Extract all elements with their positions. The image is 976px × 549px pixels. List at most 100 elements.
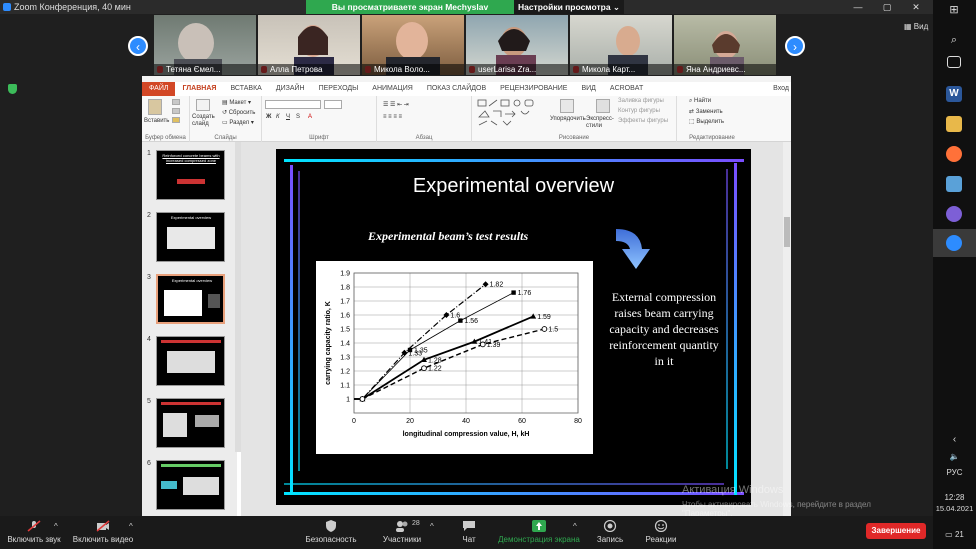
participant-tile[interactable]: Яна Андриевс... xyxy=(674,15,776,75)
slide-thumbnail[interactable]: Reinforced concrete beams with increased… xyxy=(156,150,225,200)
participant-tile[interactable]: Микола Воло... xyxy=(362,15,464,75)
select-button[interactable]: ⬚ Выделить xyxy=(689,118,724,125)
font-color-icon[interactable]: A xyxy=(308,114,312,120)
replace-button[interactable]: ⇄ Заменить xyxy=(689,108,723,115)
bold-icon[interactable]: Ж xyxy=(266,114,271,120)
tab-insert[interactable]: ВСТАВКА xyxy=(223,82,268,96)
tab-design[interactable]: ДИЗАЙН xyxy=(269,82,312,96)
viber-icon[interactable] xyxy=(946,206,962,222)
security-button[interactable]: Безопасность xyxy=(305,518,357,548)
bullets-icon[interactable]: ☰ ☰ ⇤ ⇥ xyxy=(383,101,409,108)
task-view-icon[interactable] xyxy=(947,56,961,68)
data-label: 1.59 xyxy=(537,314,551,321)
clock-date[interactable]: 15.04.2021 xyxy=(933,504,976,513)
chevron-up-icon[interactable]: ‹ xyxy=(933,434,976,445)
quick-styles-icon[interactable] xyxy=(596,99,610,113)
tab-animation[interactable]: АНИМАЦИЯ xyxy=(365,82,420,96)
participant-tile[interactable]: userLarisa Zra... xyxy=(466,15,568,75)
slide-thumbnail[interactable] xyxy=(156,336,225,386)
shapes-gallery[interactable] xyxy=(477,99,545,127)
tab-slideshow[interactable]: ПОКАЗ СЛАЙДОВ xyxy=(420,82,493,96)
reset-button[interactable]: ↺ Сбросить xyxy=(222,109,255,116)
audio-options-chevron-icon[interactable]: ^ xyxy=(54,522,58,531)
slide-thumbnail[interactable] xyxy=(156,398,225,448)
create-slide-button[interactable]: Создать слайд xyxy=(192,114,218,128)
underline-icon[interactable]: Ч xyxy=(286,114,290,120)
chat-button[interactable]: Чат xyxy=(455,518,483,548)
shape-fill-button[interactable]: Заливка фигуры xyxy=(618,98,664,104)
minimize-icon[interactable]: — xyxy=(843,0,873,14)
tab-file[interactable]: ФАЙЛ xyxy=(142,82,176,96)
participants-chevron-icon[interactable]: ^ xyxy=(430,522,434,531)
tab-home[interactable]: ГЛАВНАЯ xyxy=(175,82,223,96)
participant-tile[interactable]: Алла Петрова xyxy=(258,15,360,75)
video-off-icon xyxy=(96,520,110,532)
scrollbar-thumb[interactable] xyxy=(784,217,790,247)
gallery-prev-icon[interactable]: ‹ xyxy=(128,36,148,56)
paste-button[interactable]: Вставить xyxy=(144,118,169,124)
reactions-button[interactable]: Реакции xyxy=(642,518,680,548)
font-name-select[interactable] xyxy=(265,100,321,109)
close-icon[interactable]: ✕ xyxy=(901,0,931,14)
quick-styles-button[interactable]: Экспресс-стили xyxy=(586,116,616,130)
copy-icon[interactable] xyxy=(172,108,180,114)
share-screen-button[interactable]: Демонстрация экрана xyxy=(497,518,581,548)
find-button[interactable]: ⌕ Найти xyxy=(689,98,711,105)
maximize-icon[interactable]: ▢ xyxy=(872,0,902,14)
tab-transitions[interactable]: ПЕРЕХОДЫ xyxy=(312,82,366,96)
new-slide-icon[interactable] xyxy=(196,99,210,111)
windows-start-icon[interactable]: ⊞ xyxy=(946,2,962,18)
tab-review[interactable]: РЕЦЕНЗИРОВАНИЕ xyxy=(493,82,574,96)
participant-tile[interactable]: Микола Карт... xyxy=(570,15,672,75)
document-icon[interactable] xyxy=(946,176,962,192)
end-meeting-button[interactable]: Завершение xyxy=(866,523,926,539)
thumb-number: 5 xyxy=(147,398,151,405)
record-button[interactable]: Запись xyxy=(594,518,626,548)
meeting-toolbar: Включить звук ^ Включить видео ^ Безопас… xyxy=(0,516,933,549)
gallery-next-icon[interactable]: › xyxy=(785,36,805,56)
x-tick-label: 80 xyxy=(574,418,582,425)
clock-time[interactable]: 12:28 xyxy=(933,493,976,502)
word-icon[interactable]: W xyxy=(946,86,962,102)
strikethrough-icon[interactable]: S xyxy=(296,114,300,120)
arrange-button[interactable]: Упорядочить xyxy=(550,116,586,122)
arrange-icon[interactable] xyxy=(560,99,574,113)
data-point xyxy=(479,341,486,348)
tab-acrobat[interactable]: ACROBAT xyxy=(603,82,650,96)
firefox-icon[interactable] xyxy=(946,146,962,162)
slide-thumbnail[interactable]: Experimental overview xyxy=(156,212,225,262)
editor-scrollbar[interactable] xyxy=(783,142,791,516)
start-video-button[interactable]: Включить видео xyxy=(72,518,134,548)
slide-thumbnail[interactable] xyxy=(156,460,225,510)
font-size-select[interactable] xyxy=(324,100,342,109)
layout-button[interactable]: ▤ Макет ▾ xyxy=(222,99,251,106)
file-explorer-icon[interactable] xyxy=(946,116,962,132)
slide-thumbnail-selected[interactable]: Experimental overview xyxy=(156,274,225,324)
login-link[interactable]: Вход xyxy=(773,82,789,96)
language-indicator[interactable]: РУС xyxy=(933,468,976,477)
format-painter-icon[interactable] xyxy=(172,117,180,123)
paste-icon[interactable] xyxy=(148,99,162,115)
speaker-icon[interactable]: 🔈 xyxy=(933,452,976,461)
slides-group: Создать слайд ▤ Макет ▾ ↺ Сбросить ▭ Раз… xyxy=(190,96,262,142)
participant-name: Алла Петрова xyxy=(258,64,360,75)
view-settings-button[interactable]: Настройки просмотра ⌄ xyxy=(514,0,624,14)
search-icon[interactable]: ⌕ xyxy=(946,32,962,48)
chart-container: 1 1.1 1.2 1.3 1.4 1.5 1.6 1.7 1.8 1.9 0 20 40 60 80 lon… xyxy=(316,261,593,454)
share-chevron-icon[interactable]: ^ xyxy=(573,522,577,531)
participant-tile[interactable]: Тетяна Ємел... xyxy=(154,15,256,75)
tab-view[interactable]: ВИД xyxy=(574,82,602,96)
align-icon[interactable]: ≡ ≡ ≡ ≡ xyxy=(383,114,402,120)
cut-icon[interactable] xyxy=(172,99,180,105)
y-tick-label: 1.3 xyxy=(340,355,350,362)
zoom-taskbar-icon[interactable] xyxy=(946,235,962,251)
current-slide[interactable]: Experimental overview Experimental beam’… xyxy=(276,149,751,505)
notifications-icon[interactable]: ▭ 21 xyxy=(933,530,976,539)
video-options-chevron-icon[interactable]: ^ xyxy=(129,522,133,531)
italic-icon[interactable]: К xyxy=(276,114,280,120)
shape-effects-button[interactable]: Эффекты фигуры xyxy=(618,118,668,124)
section-button[interactable]: ▭ Раздел ▾ xyxy=(222,119,254,126)
shape-outline-button[interactable]: Контур фигуры xyxy=(618,108,660,114)
view-button[interactable]: ▦ Вид xyxy=(904,22,928,31)
participant-name: Яна Андриевс... xyxy=(674,64,776,75)
